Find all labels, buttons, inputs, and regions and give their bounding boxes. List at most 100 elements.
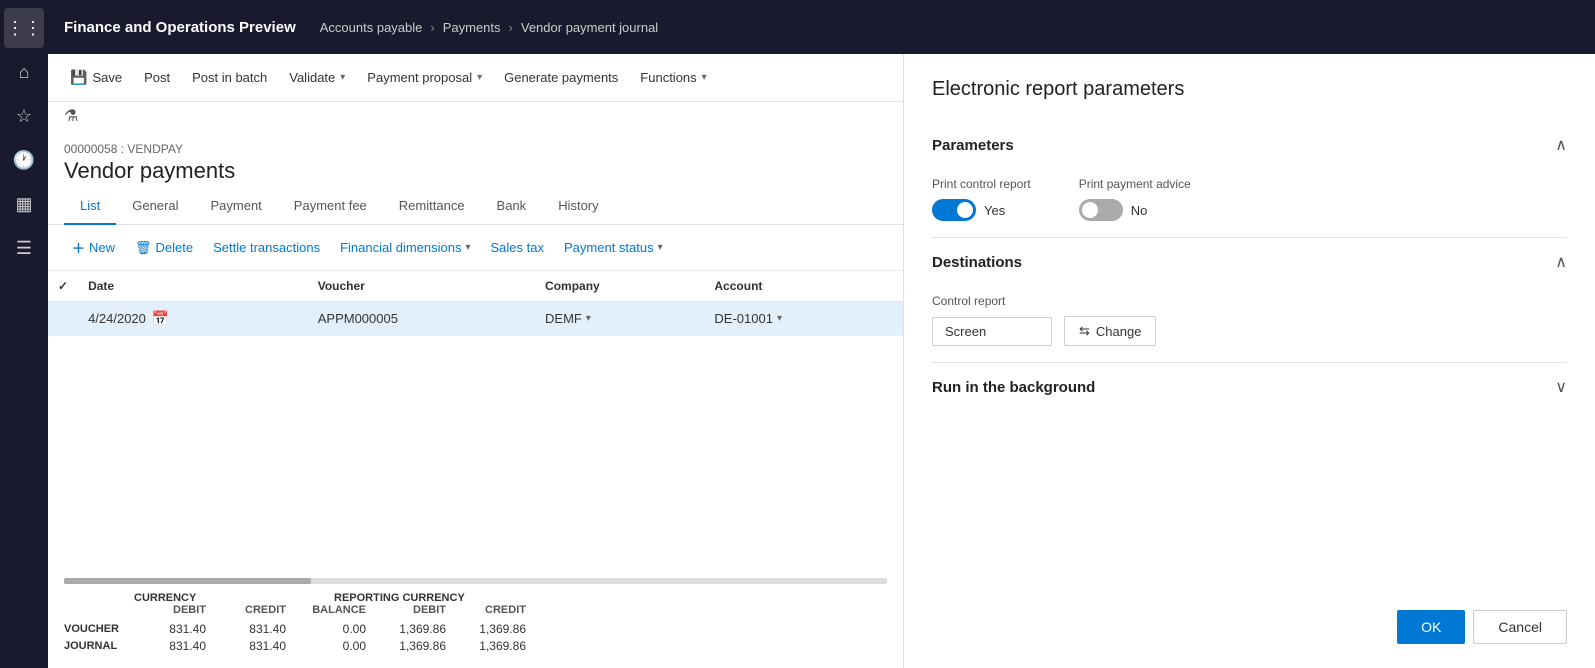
row-company: DEMF ▾ [535,302,704,336]
print-control-report-label: Print control report [932,177,1031,191]
app-title: Finance and Operations Preview [64,19,296,36]
col-date: Date [78,271,308,302]
row-check [48,302,78,336]
parameters-collapse-header[interactable]: Parameters ∧ [932,121,1567,169]
print-payment-advice-toggle[interactable] [1079,199,1123,221]
destinations-collapse-icon: ∧ [1555,252,1567,272]
functions-button[interactable]: Functions ▾ [630,64,716,91]
tab-list[interactable]: List [64,188,116,225]
run-bg-collapse-icon: ∨ [1555,377,1567,397]
parameters-title: Parameters [932,137,1014,154]
generate-payments-button[interactable]: Generate payments [494,64,628,91]
toggle-knob-off [1082,202,1098,218]
sales-tax-button[interactable]: Sales tax [483,235,552,260]
data-table: ✓ Date Voucher Company Account [48,271,903,578]
journal-title: Vendor payments [64,158,887,184]
sidebar-grid-icon[interactable]: ▦ [4,184,44,224]
main-area: Finance and Operations Preview Accounts … [48,0,1595,668]
new-button[interactable]: ＋ New [64,233,123,262]
summary-section: CURRENCY REPORTING CURRENCY DEBIT CREDIT… [48,578,903,668]
col-rep-debit: DEBIT [374,604,454,616]
delete-button[interactable]: 🗑 Delete [127,235,201,261]
tab-bank[interactable]: Bank [481,188,543,225]
right-panel: Electronic report parameters Parameters … [903,54,1595,668]
save-icon: 💾 [70,69,87,86]
currency-label: CURRENCY [134,592,334,604]
breadcrumb-accounts-payable[interactable]: Accounts payable [320,20,423,35]
sidebar-star-icon[interactable]: ☆ [4,96,44,136]
parameters-section: Parameters ∧ Print control report Yes [932,121,1567,238]
tab-history[interactable]: History [542,188,614,225]
run-bg-collapse-header[interactable]: Run in the background ∨ [932,363,1567,411]
payment-proposal-button[interactable]: Payment proposal ▾ [357,64,492,91]
row-date: 4/24/2020 📅 [78,302,308,336]
action-bar: ＋ New 🗑 Delete Settle transactions Finan… [48,225,903,271]
print-payment-advice-item: Print payment advice No [1079,177,1191,221]
financial-dimensions-button[interactable]: Financial dimensions ▾ [332,235,478,260]
breadcrumb-vendor-payment-journal[interactable]: Vendor payment journal [521,20,658,35]
tab-remittance[interactable]: Remittance [383,188,481,225]
payment-status-button[interactable]: Payment status ▾ [556,235,671,260]
panel-title: Electronic report parameters [932,78,1567,101]
col-check: ✓ [48,271,78,302]
col-company: Company [535,271,704,302]
row-account: DE-01001 ▾ [704,302,903,336]
tab-general[interactable]: General [116,188,194,225]
col-account: Account [704,271,903,302]
table-row[interactable]: 4/24/2020 📅 APPM000005 DEMF ▾ [48,302,903,336]
panel-footer: OK Cancel [932,586,1567,644]
header-bar: Finance and Operations Preview Accounts … [48,0,1595,54]
settle-transactions-button[interactable]: Settle transactions [205,235,328,260]
save-button[interactable]: 💾 Save [60,63,132,92]
summary-journal-row: JOURNAL 831.40 831.40 0.00 1,369.86 1,36… [64,639,887,653]
company-dropdown-icon[interactable]: ▾ [586,313,591,324]
journal-id: 00000058 : VENDPAY [64,142,887,156]
calendar-icon[interactable]: 📅 [152,310,169,327]
summary-voucher-row: VOUCHER 831.40 831.40 0.00 1,369.86 1,36… [64,622,887,636]
dest-value: Screen [932,317,1052,346]
run-in-background-section: Run in the background ∨ [932,363,1567,411]
col-voucher: Voucher [308,271,535,302]
col-balance: BALANCE [294,604,374,616]
sidebar-list-icon[interactable]: ☰ [4,228,44,268]
dest-row: Screen ⇆ Change [932,316,1567,346]
tab-payment[interactable]: Payment [194,188,277,225]
destinations-collapse-header[interactable]: Destinations ∧ [932,238,1567,286]
print-control-report-value: Yes [984,203,1005,218]
destinations-section: Destinations ∧ Control report Screen ⇆ C… [932,238,1567,363]
breadcrumb-sep-1: › [430,20,434,35]
summary-header: CURRENCY REPORTING CURRENCY DEBIT CREDIT… [64,592,887,616]
cancel-button[interactable]: Cancel [1473,610,1567,644]
tabs: List General Payment Payment fee Remitta… [48,188,903,225]
param-row: Print control report Yes Print payment a… [932,177,1567,221]
col-credit: CREDIT [214,604,294,616]
functions-chevron-icon: ▾ [702,72,707,83]
reporting-currency-label: REPORTING CURRENCY [334,592,534,604]
toggle-knob-on [957,202,973,218]
sidebar-home-icon[interactable]: ⌂ [4,52,44,92]
row-voucher: APPM000005 [308,302,535,336]
journal-section: 💾 Save Post Post in batch Validate ▾ Pay… [48,54,903,668]
post-batch-button[interactable]: Post in batch [182,64,277,91]
breadcrumb-payments[interactable]: Payments [443,20,501,35]
breadcrumb-sep-2: › [509,20,513,35]
validate-chevron-icon: ▾ [340,72,345,83]
ok-button[interactable]: OK [1397,610,1465,644]
print-control-report-toggle[interactable] [932,199,976,221]
print-control-report-item: Print control report Yes [932,177,1031,221]
validate-button[interactable]: Validate ▾ [279,64,355,91]
print-payment-advice-value: No [1131,203,1148,218]
sidebar-clock-icon[interactable]: 🕐 [4,140,44,180]
account-dropdown-icon[interactable]: ▾ [777,313,782,324]
sidebar: ⋮⋮ ⌂ ☆ 🕐 ▦ ☰ [0,0,48,668]
change-button[interactable]: ⇆ Change [1064,316,1156,346]
payment-proposal-chevron-icon: ▾ [477,72,482,83]
change-icon: ⇆ [1079,323,1090,339]
sidebar-apps-icon[interactable]: ⋮⋮ [4,8,44,48]
filter-icon[interactable]: ⚗ [64,106,78,126]
col-rep-credit: CREDIT [454,604,534,616]
destinations-title: Destinations [932,254,1022,271]
tab-payment-fee[interactable]: Payment fee [278,188,383,225]
post-button[interactable]: Post [134,64,180,91]
parameters-collapse-icon: ∧ [1555,135,1567,155]
